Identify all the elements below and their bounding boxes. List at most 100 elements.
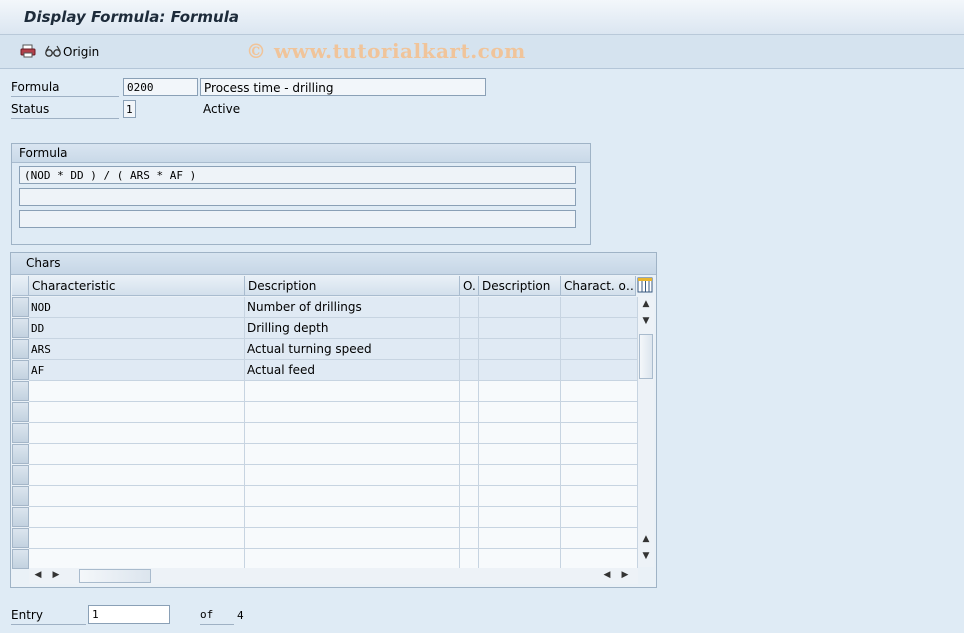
table-cell[interactable]	[479, 339, 561, 360]
table-cell[interactable]: Number of drillings	[245, 297, 460, 318]
column-layout-icon[interactable]	[637, 277, 653, 293]
table-cell[interactable]	[479, 297, 561, 318]
table-cell[interactable]	[460, 507, 479, 528]
scroll-page-down-icon[interactable]: ▼	[639, 551, 653, 561]
table-cell[interactable]	[561, 360, 638, 381]
table-cell[interactable]	[561, 465, 638, 486]
table-cell[interactable]	[245, 381, 460, 402]
table-cell[interactable]	[245, 507, 460, 528]
row-selector[interactable]	[12, 549, 29, 569]
table-cell[interactable]: ARS	[29, 339, 245, 360]
scroll-up-icon[interactable]: ▲	[639, 299, 653, 309]
table-cell[interactable]	[460, 465, 479, 486]
row-selector[interactable]	[12, 465, 29, 485]
table-cell[interactable]	[479, 318, 561, 339]
table-cell[interactable]	[460, 402, 479, 423]
table-cell[interactable]	[29, 444, 245, 465]
formula-description-field[interactable]: Process time - drilling	[200, 78, 486, 96]
table-cell[interactable]	[479, 444, 561, 465]
table-cell[interactable]	[561, 528, 638, 549]
row-selector[interactable]	[12, 486, 29, 506]
formula-line-2[interactable]	[19, 188, 576, 206]
row-selector[interactable]	[12, 297, 29, 317]
row-selector[interactable]	[12, 507, 29, 527]
table-cell[interactable]	[460, 549, 479, 570]
table-cell[interactable]	[29, 486, 245, 507]
table-cell[interactable]	[245, 486, 460, 507]
table-cell[interactable]	[479, 507, 561, 528]
table-cell[interactable]	[245, 444, 460, 465]
vertical-scrollbar[interactable]: ▲ ▼ ▲ ▼	[638, 296, 654, 567]
table-cell[interactable]	[561, 549, 638, 570]
table-cell[interactable]	[460, 360, 479, 381]
row-selector[interactable]	[12, 339, 29, 359]
row-selector[interactable]	[12, 360, 29, 380]
table-cell[interactable]	[479, 486, 561, 507]
table-cell[interactable]	[29, 465, 245, 486]
table-cell[interactable]: AF	[29, 360, 245, 381]
table-cell[interactable]	[245, 549, 460, 570]
glasses-icon[interactable]	[44, 44, 61, 58]
row-selector[interactable]	[12, 381, 29, 401]
table-cell[interactable]	[479, 528, 561, 549]
table-cell[interactable]	[561, 318, 638, 339]
table-cell[interactable]	[561, 423, 638, 444]
table-cell[interactable]	[460, 423, 479, 444]
origin-button[interactable]: Origin	[63, 45, 99, 59]
table-cell[interactable]	[479, 402, 561, 423]
row-selector[interactable]	[12, 423, 29, 443]
row-selector[interactable]	[12, 402, 29, 422]
table-cell[interactable]	[245, 423, 460, 444]
table-cell[interactable]: DD	[29, 318, 245, 339]
table-cell[interactable]	[561, 507, 638, 528]
column-header-charact-origin[interactable]: Charact. o…	[561, 276, 636, 296]
table-cell[interactable]	[561, 402, 638, 423]
table-cell[interactable]	[479, 423, 561, 444]
table-cell[interactable]: Actual turning speed	[245, 339, 460, 360]
table-cell[interactable]	[245, 402, 460, 423]
table-cell[interactable]	[479, 465, 561, 486]
row-selector[interactable]	[12, 444, 29, 464]
formula-line-1[interactable]: (NOD * DD ) / ( ARS * AF )	[19, 166, 576, 184]
scroll-page-left-icon[interactable]: ◀	[600, 570, 614, 580]
table-cell[interactable]	[561, 297, 638, 318]
table-cell[interactable]	[460, 486, 479, 507]
scroll-left-icon[interactable]: ◀	[31, 570, 45, 580]
table-cell[interactable]	[561, 339, 638, 360]
table-cell[interactable]	[479, 381, 561, 402]
table-cell[interactable]	[561, 486, 638, 507]
row-selector[interactable]	[12, 318, 29, 338]
formula-id-field[interactable]: 0200	[123, 78, 198, 96]
table-cell[interactable]	[29, 381, 245, 402]
row-selector[interactable]	[12, 528, 29, 548]
formula-line-3[interactable]	[19, 210, 576, 228]
select-all-corner[interactable]	[12, 276, 29, 296]
column-header-description-2[interactable]: Description	[479, 276, 561, 296]
horizontal-scroll-thumb[interactable]	[79, 569, 151, 583]
table-cell[interactable]	[29, 507, 245, 528]
scroll-page-right-icon[interactable]: ▶	[618, 570, 632, 580]
table-cell[interactable]	[245, 528, 460, 549]
scroll-down-icon[interactable]: ▼	[639, 316, 653, 326]
table-cell[interactable]: Drilling depth	[245, 318, 460, 339]
vertical-scroll-thumb[interactable]	[639, 334, 653, 379]
scroll-page-up-icon[interactable]: ▲	[639, 534, 653, 544]
table-cell[interactable]	[479, 549, 561, 570]
column-header-description[interactable]: Description	[245, 276, 460, 296]
table-cell[interactable]	[29, 402, 245, 423]
entry-input[interactable]: 1	[88, 605, 170, 624]
table-cell[interactable]	[460, 297, 479, 318]
table-cell[interactable]	[460, 339, 479, 360]
table-cell[interactable]	[29, 549, 245, 570]
table-cell[interactable]	[245, 465, 460, 486]
printer-icon[interactable]	[20, 44, 36, 58]
column-header-characteristic[interactable]: Characteristic	[29, 276, 245, 296]
table-cell[interactable]	[29, 423, 245, 444]
table-cell[interactable]: NOD	[29, 297, 245, 318]
table-cell[interactable]	[460, 444, 479, 465]
table-cell[interactable]: Actual feed	[245, 360, 460, 381]
status-value-field[interactable]: 1	[123, 100, 136, 118]
table-cell[interactable]	[561, 381, 638, 402]
table-cell[interactable]	[29, 528, 245, 549]
table-cell[interactable]	[561, 444, 638, 465]
